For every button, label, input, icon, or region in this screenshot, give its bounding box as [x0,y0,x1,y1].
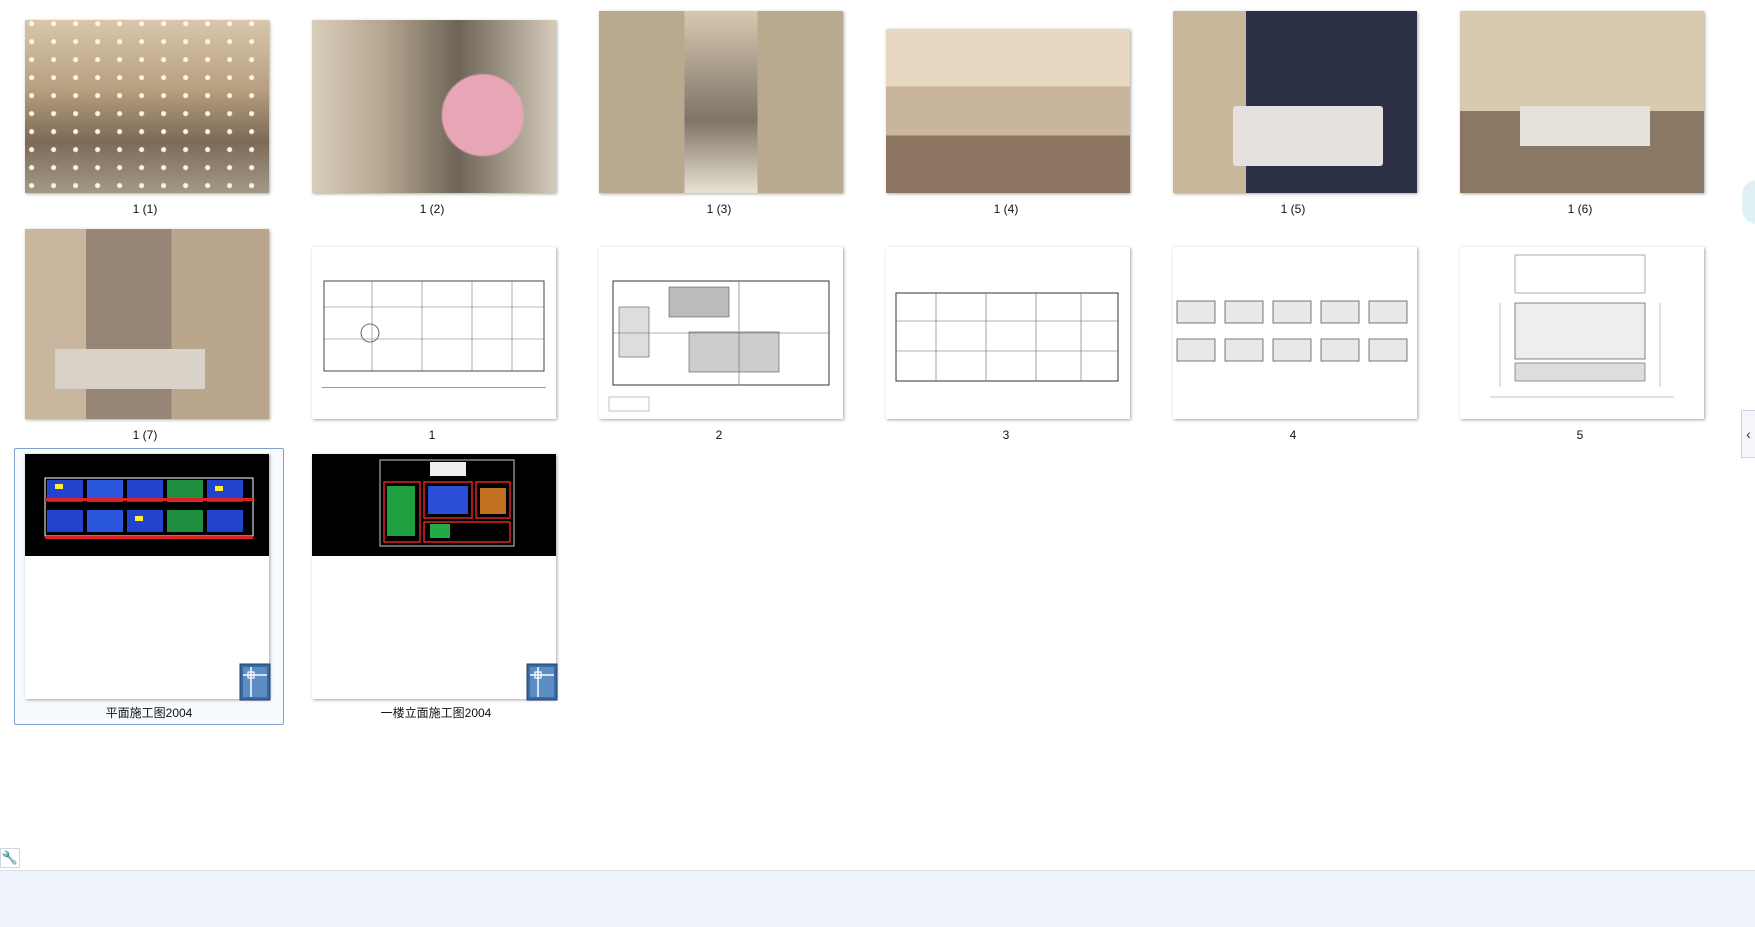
chevron-left-icon: ‹ [1746,426,1751,442]
file-name: 平面施工图2004 [105,706,193,720]
file-tile[interactable]: 1 (6) [1445,4,1715,220]
file-tile[interactable]: 1 (5) [1158,4,1428,220]
file-tile[interactable]: 1 (4) [871,4,1141,220]
file-name: 1 (1) [132,202,158,216]
file-thumbnail [312,454,556,699]
file-name: 4 [1289,428,1297,442]
panel-toggle-button[interactable]: ‹ [1741,410,1755,458]
thumbnail-grid: 1 (1) 1 (2) 1 (3) 1 (4) 1 (5) 1 (6) 1 (7… [0,0,1755,870]
file-thumbnail [886,29,1130,193]
file-thumbnail [599,247,843,419]
file-name: 1 (3) [706,202,732,216]
file-thumbnail [886,247,1130,419]
file-thumbnail [1173,11,1417,193]
floating-handle[interactable] [1742,180,1755,224]
dwg-file-icon [239,663,271,701]
file-tile[interactable]: 5 [1445,222,1715,444]
file-tile[interactable]: 1 (7) [10,222,280,444]
wrench-icon: 🔧 [1,850,19,865]
file-tile[interactable]: 1 (3) [584,4,854,220]
file-tile[interactable]: 3 [871,222,1141,444]
file-name: 1 (7) [132,428,158,442]
file-thumbnail [312,20,556,193]
file-name: 一楼立面施工图2004 [380,706,492,720]
file-thumbnail [599,11,843,193]
file-tile[interactable]: 平面施工图2004 [14,448,284,725]
file-name: 2 [715,428,723,442]
settings-button[interactable]: 🔧 [0,848,20,868]
file-thumbnail [25,229,269,419]
file-name: 1 [428,428,436,442]
file-tile[interactable]: 1 (1) [10,4,280,220]
file-name: 1 (2) [419,202,445,216]
file-thumbnail [1173,247,1417,419]
file-tile[interactable]: 2 [584,222,854,444]
file-thumbnail [312,247,556,419]
file-name: 3 [1002,428,1010,442]
file-thumbnail [25,454,269,699]
file-tile[interactable]: 4 [1158,222,1428,444]
dwg-file-icon [526,663,558,701]
file-name: 1 (6) [1567,202,1593,216]
file-thumbnail [25,20,269,193]
file-name: 1 (4) [993,202,1019,216]
file-thumbnail [1460,247,1704,419]
file-name: 5 [1576,428,1584,442]
file-tile[interactable]: 一楼立面施工图2004 [301,448,571,725]
file-thumbnail [1460,11,1704,193]
file-tile[interactable]: 1 [297,222,567,444]
status-bar [0,870,1755,927]
file-tile[interactable]: 1 (2) [297,4,567,220]
file-name: 1 (5) [1280,202,1306,216]
